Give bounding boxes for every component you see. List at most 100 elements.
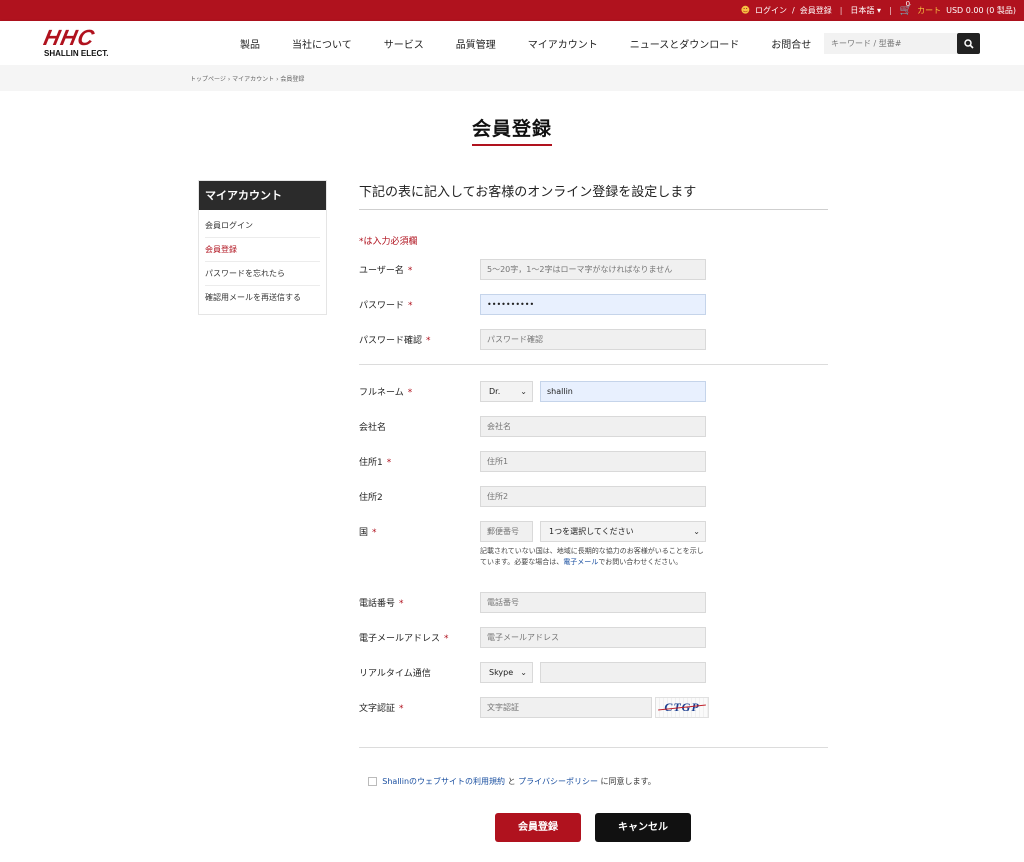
sidebar-item-resend-email[interactable]: 確認用メールを再送信する [205, 286, 320, 310]
fullname-input[interactable]: shallin [540, 381, 706, 402]
search-input[interactable] [824, 33, 957, 54]
address1-row: 住所1 * [359, 451, 828, 472]
nav-my-account[interactable]: マイアカウント [512, 36, 614, 51]
main-nav: 製品 当社について サービス 品質管理 マイアカウント ニュースとダウンロード … [224, 21, 827, 65]
username-label: ユーザー名 * [359, 263, 412, 276]
country-label: 国 * [359, 525, 377, 538]
slash-separator: / [792, 6, 795, 15]
sidebar-item-forgot-password[interactable]: パスワードを忘れたら [205, 262, 320, 286]
company-row: 会社名 [359, 416, 828, 437]
nav-services[interactable]: サービス [368, 36, 440, 51]
cancel-button[interactable]: キャンセル [595, 813, 691, 842]
realtime-label: リアルタイム通信 [359, 669, 431, 679]
nav-news-downloads[interactable]: ニュースとダウンロード [614, 36, 756, 51]
breadcrumb-bar: トップページ › マイアカウント › 会員登録 [0, 65, 1024, 91]
address1-input[interactable] [480, 451, 706, 472]
password-confirm-input[interactable] [480, 329, 706, 350]
login-link[interactable]: ログイン [755, 5, 787, 16]
required-star: * [399, 704, 404, 714]
cart-count: 0 [905, 0, 911, 8]
required-star: * [407, 388, 413, 398]
required-star: * [407, 266, 413, 276]
country-label-text: 国 [359, 528, 369, 538]
password-confirm-label: パスワード確認 * [359, 333, 431, 346]
fullname-row: フルネーム * Dr. ⌄ shallin [359, 381, 828, 402]
chevron-down-icon: ⌄ [693, 527, 700, 536]
language-selector[interactable]: 日本語 ▾ [850, 5, 881, 16]
captcha-label: 文字認証 * [359, 701, 404, 714]
logo[interactable]: HHC SHALLIN ELECT. [41, 25, 120, 60]
country-note-text-end: でお問い合わせください。 [598, 558, 683, 566]
address1-label-text: 住所1 [359, 458, 383, 468]
register-link[interactable]: 会員登録 [800, 5, 832, 16]
agreement-suffix: に同意します。 [600, 777, 656, 786]
country-row: 国* 1つを選択してください ⌄ [359, 521, 828, 542]
username-row: ユーザー名 * [359, 259, 828, 280]
password-input[interactable]: •••••••••• [480, 294, 706, 315]
sidebar-item-login[interactable]: 会員ログイン [205, 214, 320, 238]
breadcrumb-current: 会員登録 [280, 76, 305, 83]
nav-quality[interactable]: 品質管理 [440, 36, 512, 51]
company-label: 会社名 [359, 423, 387, 433]
captcha-input[interactable] [480, 697, 652, 718]
separator: | [888, 6, 892, 15]
sidebar-title: マイアカウント [199, 181, 326, 210]
fullname-label-text: フルネーム [359, 388, 404, 398]
password-label: パスワード * [359, 298, 413, 311]
required-star: * [372, 528, 377, 538]
search-icon [963, 38, 974, 49]
required-star: * [444, 634, 449, 644]
username-input[interactable] [480, 259, 706, 280]
email-label: 電子メールアドレス * [359, 631, 449, 644]
email-row: 電子メールアドレス * [359, 627, 828, 648]
password-row: パスワード * •••••••••• [359, 294, 828, 315]
form-bottom-divider [359, 747, 828, 748]
fullname-label: フルネーム * [359, 385, 412, 398]
cart-link[interactable]: カート [917, 5, 941, 16]
separator: | [839, 6, 843, 15]
country-select[interactable]: 1つを選択してください ⌄ [540, 521, 706, 542]
title-select[interactable]: Dr. ⌄ [480, 381, 533, 402]
register-button[interactable]: 会員登録 [495, 813, 581, 842]
language-label: 日本語 [850, 6, 875, 15]
logo-text: SHALLIN ELECT. [44, 49, 109, 58]
cart-icon[interactable]: 🛒 0 [900, 0, 912, 16]
privacy-link[interactable]: プライバシーポリシー [518, 777, 598, 786]
breadcrumb: トップページ › マイアカウント › 会員登録 [190, 74, 304, 83]
address2-row: 住所2 [359, 486, 828, 507]
zip-input[interactable] [480, 521, 533, 542]
password-label-text: パスワード [359, 301, 405, 311]
nav-about[interactable]: 当社について [276, 36, 368, 51]
search-button[interactable] [957, 33, 980, 54]
country-note: 記載されていない国は、地域に長期的な協力のお客様がいることを示しています。必要な… [480, 546, 710, 568]
captcha-label-text: 文字認証 [359, 704, 396, 714]
address1-label: 住所1 * [359, 455, 391, 468]
sidebar-item-register[interactable]: 会員登録 [205, 238, 320, 262]
cart-total: USD 0.00 (0 製品) [946, 6, 1016, 15]
registration-form: 下記の表に記入してお客様のオンライン登録を設定します *は入力必須欄 ユーザー名… [359, 180, 828, 748]
email-input[interactable] [480, 627, 706, 648]
realtime-select[interactable]: Skype ⌄ [480, 662, 533, 683]
sidebar-list: 会員ログイン 会員登録 パスワードを忘れたら 確認用メールを再送信する [199, 210, 326, 314]
caret-down-icon: ▾ [876, 6, 881, 15]
captcha-image[interactable]: CTGP [655, 697, 709, 718]
phone-input[interactable] [480, 592, 706, 613]
agree-checkbox[interactable] [368, 777, 378, 786]
address2-input[interactable] [480, 486, 706, 507]
nav-products[interactable]: 製品 [224, 36, 276, 51]
breadcrumb-my-account[interactable]: マイアカウント [232, 76, 274, 83]
terms-link[interactable]: Shallinのウェブサイトの利用規約 [382, 777, 505, 786]
email-contact-link[interactable]: 電子メール [563, 558, 598, 566]
phone-label: 電話番号 * [359, 596, 404, 609]
required-star: * [386, 458, 392, 468]
required-note: *は入力必須欄 [359, 237, 418, 247]
agreement-and: と [507, 777, 516, 786]
search-box [824, 33, 980, 54]
header: HHC SHALLIN ELECT. 製品 当社について サービス 品質管理 マ… [0, 21, 1024, 65]
email-label-text: 電子メールアドレス [359, 634, 441, 644]
country-select-value: 1つを選択してください [549, 527, 634, 536]
breadcrumb-home[interactable]: トップページ [190, 76, 226, 83]
nav-contact[interactable]: お問合せ [755, 36, 827, 51]
realtime-id-input[interactable] [540, 662, 706, 683]
company-input[interactable] [480, 416, 706, 437]
